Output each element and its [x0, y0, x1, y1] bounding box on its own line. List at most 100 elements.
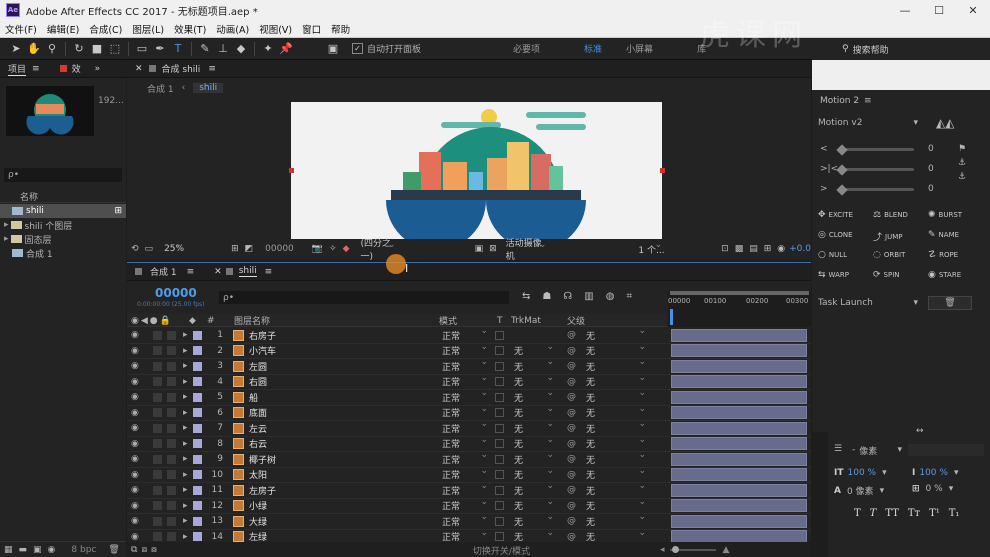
preserve-transparency-toggle[interactable] — [495, 346, 504, 356]
trkmat-dropdown[interactable]: 无 — [511, 466, 557, 482]
layer-row[interactable]: ◉ ▸ 8 右云 正常 无 @ 无 — [127, 435, 811, 452]
menu-window[interactable]: 窗口 — [297, 22, 326, 36]
layer-duration-bar[interactable] — [671, 452, 807, 466]
pen-tool-icon[interactable]: ✒ — [152, 41, 168, 57]
parent-dropdown[interactable]: 无 — [583, 419, 649, 435]
parent-dropdown[interactable]: 无 — [583, 466, 649, 482]
tab-project[interactable]: 项目 — [8, 62, 27, 76]
parent-dropdown[interactable]: 无 — [583, 435, 649, 451]
parent-pickwhip-icon[interactable]: @ — [567, 501, 576, 511]
playhead[interactable] — [670, 309, 673, 325]
color-channel-icon[interactable]: ◆ — [343, 244, 350, 254]
text-tool-icon[interactable]: T — [170, 41, 186, 57]
layer-name[interactable]: 底面 — [249, 406, 267, 419]
preserve-transparency-toggle[interactable] — [495, 330, 504, 340]
trkmat-dropdown[interactable]: 无 — [511, 481, 557, 497]
preserve-transparency-toggle[interactable] — [495, 454, 504, 464]
layer-row[interactable]: ◉ ▸ 9 椰子树 正常 无 @ 无 — [127, 450, 811, 468]
help-search[interactable]: ⚲ 搜索帮助 — [812, 38, 990, 60]
lock-toggle[interactable] — [167, 377, 176, 387]
clone-stamp-tool-icon[interactable]: ⊥ — [215, 41, 231, 57]
trkmat-dropdown[interactable]: 无 — [511, 497, 557, 513]
label-color-swatch[interactable] — [193, 346, 202, 356]
expand-arrow-icon[interactable]: ▸ — [183, 454, 188, 464]
lock-icon[interactable] — [225, 268, 233, 275]
trkmat-dropdown[interactable]: 无 — [511, 450, 557, 466]
parent-dropdown[interactable]: 无 — [583, 404, 649, 420]
expand-arrow-icon[interactable]: ▸ — [183, 485, 188, 495]
maximize-button[interactable]: ☐ — [922, 0, 956, 20]
blend-mode-dropdown[interactable]: 正常 — [439, 326, 491, 342]
solo-toggle[interactable] — [153, 423, 162, 433]
column-trkmat[interactable]: TrkMat — [511, 314, 541, 327]
project-column-name[interactable]: 名称 — [0, 190, 126, 203]
blend-mode-dropdown[interactable]: 正常 — [439, 497, 491, 513]
motion-warp-button[interactable]: ⇆ WARP — [818, 270, 849, 280]
breadcrumb-shili[interactable]: shili — [193, 83, 224, 93]
layer-row[interactable]: ◉ ▸ 7 左云 正常 无 @ 无 — [127, 419, 811, 437]
parent-dropdown[interactable]: 无 — [583, 512, 649, 528]
layer-duration-bar[interactable] — [671, 344, 807, 358]
expand-time-stretch-icon[interactable]: ⧇ — [151, 545, 157, 555]
trkmat-dropdown[interactable]: 无 — [511, 404, 557, 420]
parent-pickwhip-icon[interactable]: @ — [567, 454, 576, 464]
expand-layer-switches-icon[interactable]: ⧉ — [131, 545, 137, 555]
toggle-switches-modes[interactable]: 切换开关/模式 — [473, 544, 530, 557]
parent-pickwhip-icon[interactable]: @ — [567, 408, 576, 418]
parent-pickwhip-icon[interactable]: @ — [567, 532, 576, 542]
slider-value[interactable]: 0 — [928, 144, 934, 154]
close-icon[interactable]: ✕ — [135, 64, 143, 74]
motion-blend-button[interactable]: ⚖ BLEND — [873, 210, 908, 220]
show-snapshot-icon[interactable]: ✧ — [329, 244, 337, 254]
lock-toggle[interactable] — [167, 501, 176, 511]
menu-effect[interactable]: 效果(T) — [169, 22, 211, 36]
menu-icon[interactable]: ≡ — [208, 64, 216, 74]
solo-toggle[interactable] — [153, 377, 162, 387]
motion-jump-button[interactable]: ⤴ JUMP — [873, 230, 902, 244]
slider-value[interactable]: 0 — [928, 164, 934, 174]
label-color-swatch[interactable] — [193, 439, 202, 449]
preserve-transparency-toggle[interactable] — [495, 516, 504, 526]
motion-blur-icon[interactable]: ◍ — [606, 291, 615, 302]
menu-edit[interactable]: 编辑(E) — [42, 22, 84, 36]
zoom-out-icon[interactable]: ◂ — [660, 545, 665, 555]
blend-mode-dropdown[interactable]: 正常 — [439, 357, 491, 373]
visibility-eye-icon[interactable]: ◉ — [131, 392, 139, 402]
expand-arrow-icon[interactable]: ▸ — [183, 501, 188, 511]
solo-toggle[interactable] — [153, 516, 162, 526]
parent-pickwhip-icon[interactable]: @ — [567, 470, 576, 480]
delete-icon[interactable]: 🗑 — [108, 545, 119, 555]
lock-toggle[interactable] — [167, 330, 176, 340]
resolution-dropdown[interactable]: (四分之一) — [357, 239, 398, 262]
layer-row[interactable]: ◉ ▸ 10 太阳 正常 无 @ 无 — [127, 466, 811, 483]
expand-arrow-icon[interactable]: ▸ — [183, 470, 188, 480]
blend-mode-dropdown[interactable]: 正常 — [439, 450, 491, 466]
solo-toggle[interactable] — [153, 346, 162, 356]
blend-mode-dropdown[interactable]: 正常 — [439, 373, 491, 389]
visibility-eye-icon[interactable]: ◉ — [131, 516, 139, 526]
column-parent[interactable]: 父级 — [567, 314, 585, 327]
preserve-transparency-toggle[interactable] — [495, 485, 504, 495]
align-icon[interactable]: ☰ — [834, 444, 842, 454]
layer-row[interactable]: ◉ ▸ 3 左圆 正常 无 @ 无 — [127, 357, 811, 375]
current-timecode[interactable]: 00000 — [265, 244, 294, 254]
auto-open-checkbox[interactable]: ✓ — [352, 43, 363, 54]
lock-toggle[interactable] — [167, 439, 176, 449]
visibility-eye-icon[interactable]: ◉ — [131, 532, 139, 542]
expand-arrow-icon[interactable]: ▸ — [183, 392, 188, 402]
visibility-eye-icon[interactable]: ◉ — [131, 454, 139, 464]
preserve-transparency-toggle[interactable] — [495, 361, 504, 371]
expand-arrow-icon[interactable]: ▸ — [183, 408, 188, 418]
preserve-transparency-toggle[interactable] — [495, 532, 504, 542]
workspace-small-screen[interactable]: 小屏幕 — [614, 42, 665, 55]
flowchart-icon[interactable]: ⊞ — [764, 244, 772, 254]
layer-row[interactable]: ◉ ▸ 13 大绿 正常 无 @ 无 — [127, 512, 811, 530]
menu-composition[interactable]: 合成(C) — [84, 22, 127, 36]
expand-arrow-icon[interactable]: ▸ — [183, 516, 188, 526]
workspace-essentials[interactable]: 必要项 — [501, 42, 552, 55]
blend-mode-dropdown[interactable]: 正常 — [439, 466, 491, 482]
solo-toggle[interactable] — [153, 485, 162, 495]
tab-effects[interactable]: 效 — [72, 62, 81, 75]
label-color-swatch[interactable] — [193, 516, 202, 526]
puppet-tool-icon[interactable]: 📌 — [278, 41, 294, 57]
